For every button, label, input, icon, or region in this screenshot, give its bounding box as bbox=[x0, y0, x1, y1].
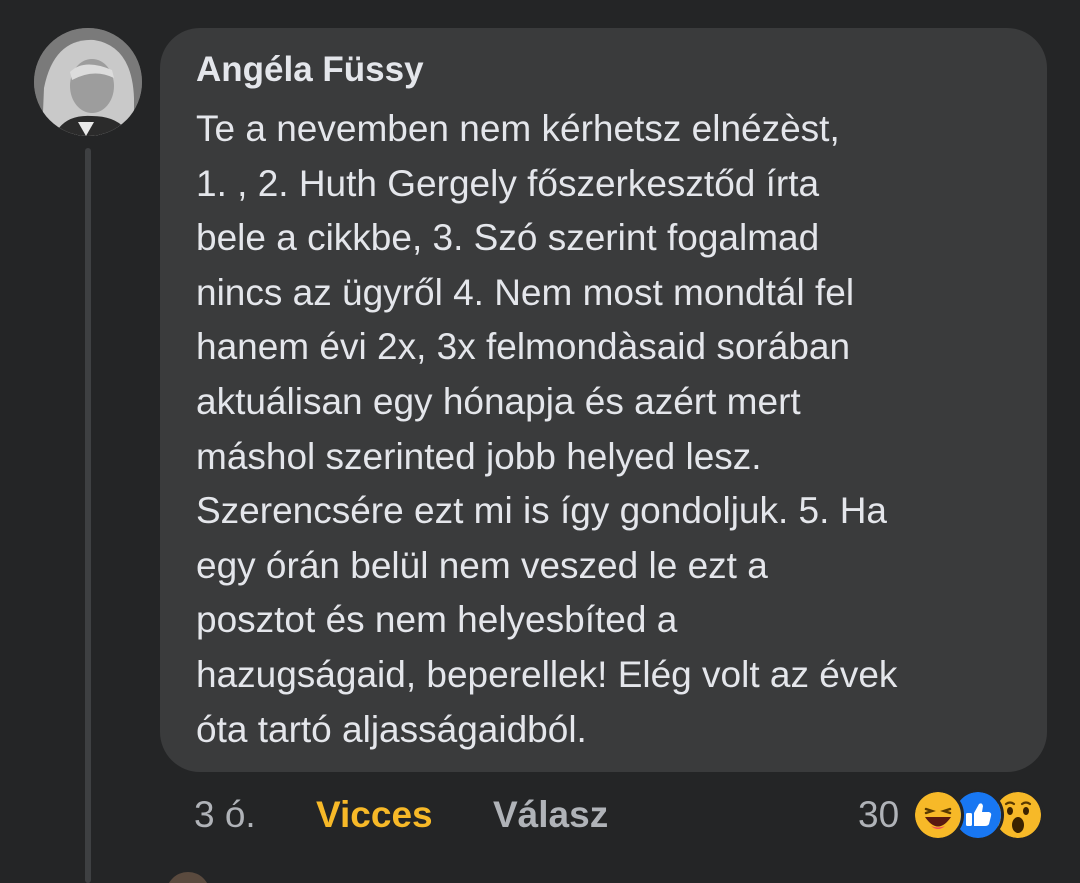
haha-icon bbox=[912, 789, 964, 841]
next-comment-avatar[interactable] bbox=[166, 872, 210, 883]
reaction-summary[interactable] bbox=[912, 789, 1052, 843]
reply-button[interactable]: Válasz bbox=[493, 792, 608, 838]
comment-time[interactable]: 3 ó. bbox=[194, 792, 256, 838]
comment-thread: Angéla Füssy Te a nevemben nem kérhetsz … bbox=[0, 0, 1080, 883]
comment-bubble: Angéla Füssy Te a nevemben nem kérhetsz … bbox=[160, 28, 1047, 772]
comment-author[interactable]: Angéla Füssy bbox=[196, 48, 1017, 92]
comment-text: Te a nevemben nem kérhetsz elnézèst, 1. … bbox=[196, 108, 898, 750]
reaction-count[interactable]: 30 bbox=[858, 792, 899, 838]
author-avatar[interactable] bbox=[34, 28, 142, 136]
thread-line bbox=[85, 148, 91, 883]
reaction-button[interactable]: Vicces bbox=[316, 792, 433, 838]
